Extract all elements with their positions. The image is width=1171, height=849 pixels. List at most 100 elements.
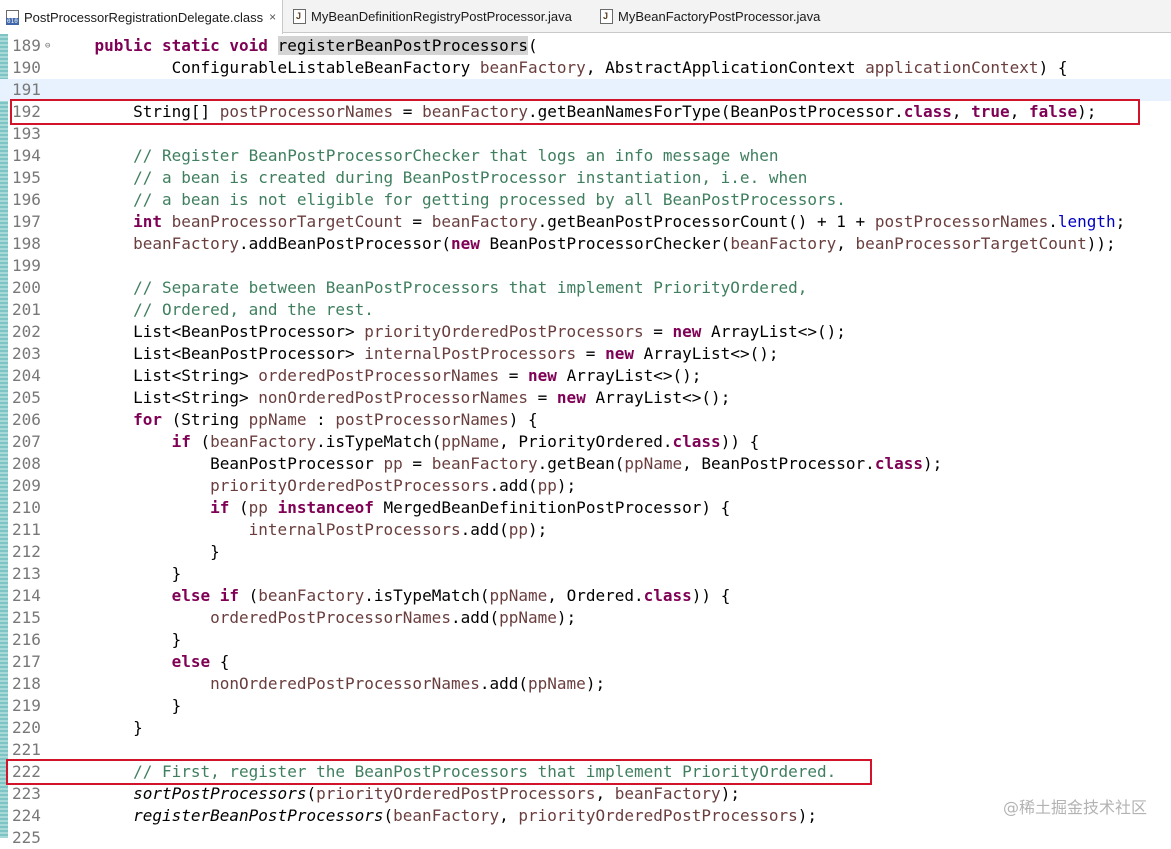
code-text: List<String> nonOrderedPostProcessorName…	[56, 387, 730, 409]
code-line[interactable]: 191	[0, 79, 1171, 101]
code-editor[interactable]: 189 ⊖ public static void registerBeanPost…	[0, 34, 1171, 847]
code-line[interactable]: 213 }	[0, 563, 1171, 585]
code-line[interactable]: 190 ConfigurableListableBeanFactory bean…	[0, 57, 1171, 79]
code-token: instanceof	[277, 498, 374, 517]
code-token: nonOrderedPostProcessorNames	[210, 674, 480, 693]
code-token: ArrayList<>();	[556, 366, 702, 385]
code-line[interactable]: 215 orderedPostProcessorNames.add(ppName…	[0, 607, 1171, 629]
code-token: .add(	[489, 476, 538, 495]
code-token: ppName	[441, 432, 500, 451]
code-token: ,	[499, 806, 519, 825]
code-token: ) {	[1038, 58, 1068, 77]
code-line[interactable]: 200 // Separate between BeanPostProcesso…	[0, 277, 1171, 299]
code-line[interactable]: 206 for (String ppName : postProcessorNa…	[0, 409, 1171, 431]
code-token: class	[874, 454, 923, 473]
code-token: ppName	[499, 608, 557, 627]
line-number: 210	[12, 498, 41, 517]
code-token: class	[643, 586, 692, 605]
code-token: );	[528, 520, 548, 539]
code-line[interactable]: 189 ⊖ public static void registerBeanPost…	[0, 35, 1171, 57]
code-token: MergedBeanDefinitionPostProcessor) {	[373, 498, 731, 517]
code-token: List<String>	[56, 388, 259, 407]
code-token: .add(	[479, 674, 529, 693]
code-line[interactable]: 212 }	[0, 541, 1171, 563]
code-token: ));	[1086, 234, 1116, 253]
close-icon[interactable]: ×	[269, 10, 276, 24]
class-file-icon	[6, 9, 19, 25]
line-number: 197	[12, 212, 41, 231]
code-token: pp	[383, 454, 403, 473]
code-token: internalPostProcessors	[364, 344, 577, 363]
code-line[interactable]: 214 else if (beanFactory.isTypeMatch(ppN…	[0, 585, 1171, 607]
code-line[interactable]: 199	[0, 255, 1171, 277]
code-token: beanFactory	[133, 234, 240, 253]
code-text: }	[56, 563, 182, 585]
code-text: int beanProcessorTargetCount = beanFacto…	[56, 211, 1125, 233]
code-line[interactable]: 195 // a bean is created during BeanPost…	[0, 167, 1171, 189]
code-line[interactable]: 193	[0, 123, 1171, 145]
tab-mybeanfactorypostprocessor[interactable]: MyBeanFactoryPostProcessor.java	[594, 0, 834, 33]
code-line[interactable]: 225	[0, 827, 1171, 849]
code-token: )) {	[691, 586, 731, 605]
code-text: nonOrderedPostProcessorNames.add(ppName)…	[56, 673, 605, 695]
code-line[interactable]: 221	[0, 739, 1171, 761]
code-token: priorityOrderedPostProcessors	[518, 806, 798, 825]
fold-toggle-icon[interactable]: ⊖	[45, 42, 50, 51]
code-line[interactable]: 219 }	[0, 695, 1171, 717]
code-text: }	[56, 717, 143, 739]
code-line[interactable]: 210 if (pp instanceof MergedBeanDefiniti…	[0, 497, 1171, 519]
code-line[interactable]: 198 beanFactory.addBeanPostProcessor(new…	[0, 233, 1171, 255]
tab-label: MyBeanDefinitionRegistryPostProcessor.ja…	[311, 9, 572, 24]
code-line[interactable]: 197 int beanProcessorTargetCount = beanF…	[0, 211, 1171, 233]
code-line[interactable]: 207 if (beanFactory.isTypeMatch(ppName, …	[0, 431, 1171, 453]
code-token: new	[672, 322, 702, 341]
code-line[interactable]: 204 List<String> orderedPostProcessorNam…	[0, 365, 1171, 387]
code-token: int	[133, 212, 162, 231]
editor-tab-bar: PostProcessorRegistrationDelegate.class …	[0, 0, 1171, 34]
code-token: ppName	[489, 586, 548, 605]
code-line[interactable]: 218 nonOrderedPostProcessorNames.add(ppN…	[0, 673, 1171, 695]
tab-mybeandefinitionregistrypostprocessor[interactable]: MyBeanDefinitionRegistryPostProcessor.ja…	[287, 0, 587, 33]
code-token: {	[210, 652, 230, 671]
line-number: 215	[12, 608, 41, 627]
code-line[interactable]: 223 sortPostProcessors(priorityOrderedPo…	[0, 783, 1171, 805]
code-token: =	[576, 344, 606, 363]
code-token: priorityOrderedPostProcessors	[316, 784, 596, 803]
highlight-box-line-222	[6, 759, 872, 785]
code-token: (	[383, 806, 394, 825]
code-line[interactable]: 203 List<BeanPostProcessor> internalPost…	[0, 343, 1171, 365]
line-number: 221	[12, 740, 41, 759]
code-token: pp	[537, 476, 557, 495]
code-line[interactable]: 194 // Register BeanPostProcessorChecker…	[0, 145, 1171, 167]
code-token: ppName	[248, 410, 307, 429]
code-token: =	[499, 366, 529, 385]
java-file-icon	[600, 9, 613, 24]
line-number: 198	[12, 234, 41, 253]
code-line[interactable]: 202 List<BeanPostProcessor> priorityOrde…	[0, 321, 1171, 343]
code-line[interactable]: 216 }	[0, 629, 1171, 651]
code-token: ,	[836, 234, 856, 253]
code-line[interactable]: 196 // a bean is not eligible for gettin…	[0, 189, 1171, 211]
code-line[interactable]: 205 List<String> nonOrderedPostProcessor…	[0, 387, 1171, 409]
code-line[interactable]: 201 // Ordered, and the rest.	[0, 299, 1171, 321]
code-text: sortPostProcessors(priorityOrderedPostPr…	[56, 783, 740, 805]
code-line[interactable]: 209 priorityOrderedPostProcessors.add(pp…	[0, 475, 1171, 497]
code-token: List<BeanPostProcessor>	[56, 344, 365, 363]
code-token: .	[1048, 212, 1058, 231]
code-token: =	[643, 322, 673, 341]
code-line[interactable]: 208 BeanPostProcessor pp = beanFactory.g…	[0, 453, 1171, 475]
code-line[interactable]: 211 internalPostProcessors.add(pp);	[0, 519, 1171, 541]
code-text: List<BeanPostProcessor> internalPostProc…	[56, 343, 778, 365]
code-line[interactable]: 217 else {	[0, 651, 1171, 673]
tab-postprocessorregistrationdelegate[interactable]: PostProcessorRegistrationDelegate.class …	[0, 0, 283, 34]
code-line[interactable]: 224 registerBeanPostProcessors(beanFacto…	[0, 805, 1171, 827]
code-line[interactable]: 220 }	[0, 717, 1171, 739]
code-token: registerBeanPostProcessors	[133, 806, 384, 825]
